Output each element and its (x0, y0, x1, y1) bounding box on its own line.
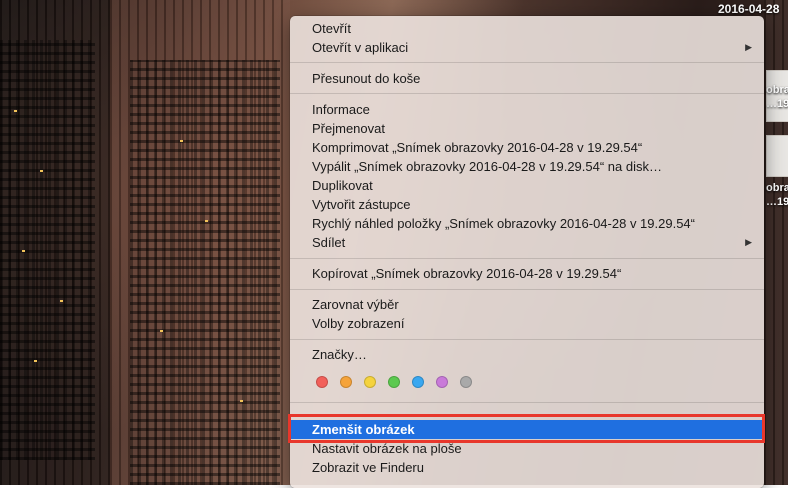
tag-orange-dot[interactable] (340, 376, 352, 388)
menu-item-label: Informace (312, 102, 370, 117)
tag-green-dot[interactable] (388, 376, 400, 388)
desktop-file-label[interactable]: 2016-04-28 (718, 2, 779, 16)
tag-blue-dot[interactable] (412, 376, 424, 388)
menu-separator (290, 339, 764, 340)
tag-yellow-dot[interactable] (364, 376, 376, 388)
tag-red-dot[interactable] (316, 376, 328, 388)
menu-item-make-alias[interactable]: Vytvořit zástupce (290, 195, 764, 214)
menu-item-label: Přejmenovat (312, 121, 385, 136)
menu-item-label: Rychlý náhled položky „Snímek obrazovky … (312, 216, 695, 231)
menu-item-get-info[interactable]: Informace (290, 100, 764, 119)
wallpaper-light (240, 400, 243, 402)
menu-item-open-with[interactable]: Otevřít v aplikaci ▶ (290, 38, 764, 57)
menu-item-compress[interactable]: Komprimovat „Snímek obrazovky 2016-04-28… (290, 138, 764, 157)
menu-item-label: Značky… (312, 347, 367, 362)
menu-item-label: Sdílet (312, 235, 346, 250)
wallpaper-light (160, 330, 163, 332)
menu-item-label: Přesunout do koše (312, 71, 421, 86)
menu-item-move-to-trash[interactable]: Přesunout do koše (290, 69, 764, 88)
wallpaper-light (40, 170, 43, 172)
menu-separator (290, 93, 764, 94)
wallpaper-light (22, 250, 25, 252)
menu-item-tags[interactable]: Značky… (290, 345, 764, 364)
menu-item-clean-up-selection[interactable]: Zarovnat výběr (290, 295, 764, 314)
desktop-file-label[interactable]: obraz (766, 84, 788, 96)
menu-item-set-desktop-picture[interactable]: Nastavit obrázek na ploše (290, 439, 764, 458)
menu-item-label: Komprimovat „Snímek obrazovky 2016-04-28… (312, 140, 643, 155)
menu-item-label: Volby zobrazení (312, 316, 405, 331)
desktop-file-thumbnail[interactable] (766, 70, 788, 122)
submenu-arrow-icon: ▶ (745, 42, 752, 52)
menu-item-duplicate[interactable]: Duplikovat (290, 176, 764, 195)
menu-separator (290, 62, 764, 63)
menu-item-share[interactable]: Sdílet ▶ (290, 233, 764, 252)
menu-item-label: Nastavit obrázek na ploše (312, 441, 462, 456)
tag-purple-dot[interactable] (436, 376, 448, 388)
desktop-file-thumbnail[interactable] (766, 135, 788, 177)
menu-item-resize-image[interactable]: Zmenšit obrázek (290, 420, 764, 439)
menu-item-copy[interactable]: Kopírovat „Snímek obrazovky 2016-04-28 v… (290, 264, 764, 283)
submenu-arrow-icon: ▶ (745, 237, 752, 247)
context-menu: Otevřít Otevřít v aplikaci ▶ Přesunout d… (290, 16, 764, 488)
menu-separator (290, 258, 764, 259)
wallpaper-windows-left (0, 40, 95, 460)
menu-item-reveal-in-finder[interactable]: Zobrazit ve Finderu (290, 458, 764, 477)
wallpaper-windows-center (130, 60, 280, 485)
tag-gray-dot[interactable] (460, 376, 472, 388)
menu-separator (290, 289, 764, 290)
menu-item-label: Kopírovat „Snímek obrazovky 2016-04-28 v… (312, 266, 622, 281)
wallpaper-light (34, 360, 37, 362)
wallpaper-light (205, 220, 208, 222)
menu-item-open[interactable]: Otevřít (290, 19, 764, 38)
wallpaper-light (60, 300, 63, 302)
menu-item-label: Zarovnat výběr (312, 297, 399, 312)
menu-item-rename[interactable]: Přejmenovat (290, 119, 764, 138)
wallpaper-light (14, 110, 17, 112)
menu-item-label: Vytvořit zástupce (312, 197, 411, 212)
desktop-file-label[interactable]: …19.5 (766, 196, 788, 208)
menu-separator (290, 402, 764, 403)
menu-item-burn-to-disc[interactable]: Vypálit „Snímek obrazovky 2016-04-28 v 1… (290, 157, 764, 176)
menu-item-label: Zobrazit ve Finderu (312, 460, 424, 475)
menu-item-show-view-options[interactable]: Volby zobrazení (290, 314, 764, 333)
menu-item-label: Vypálit „Snímek obrazovky 2016-04-28 v 1… (312, 159, 662, 174)
wallpaper-light (180, 140, 183, 142)
desktop-file-label[interactable]: …19.29 (766, 98, 788, 110)
menu-item-label: Otevřít (312, 21, 352, 36)
menu-item-label: Duplikovat (312, 178, 373, 193)
menu-item-quick-look[interactable]: Rychlý náhled položky „Snímek obrazovky … (290, 214, 764, 233)
desktop-file-label[interactable]: obraz (766, 182, 788, 194)
menu-item-label: Zmenšit obrázek (312, 422, 415, 437)
menu-item-label: Otevřít v aplikaci (312, 40, 409, 55)
